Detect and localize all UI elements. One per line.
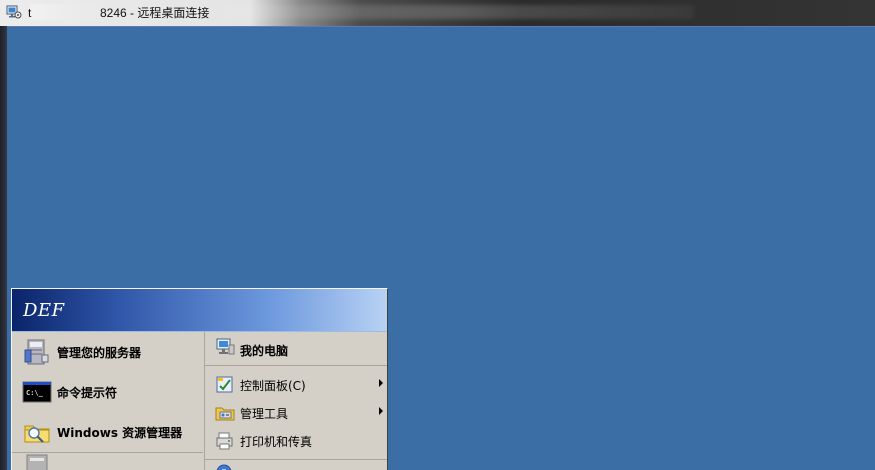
partially-visible-right-item[interactable] [205,459,387,470]
start-menu-header: DEF [12,289,387,332]
printer-fax-icon [216,432,233,450]
start-menu-left-pane: 管理您的服务器 C:\_ 命令提示符 Windows 资源管理器 [12,332,203,470]
svg-text:C:\_: C:\_ [26,389,44,397]
partially-visible-left-item[interactable] [12,452,203,470]
start-menu-right-pane: 我的电脑 控制面板(C) 管理工具 打印机和传真 [204,332,387,470]
printers-faxes-label: 打印机和传真 [240,435,313,449]
control-panel-submenu-arrow-icon [379,379,383,387]
redacted-title-area [30,4,110,20]
manage-server-label: 管理您的服务器 [57,346,142,360]
control-panel-label: 控制面板(C) [240,379,306,393]
partial-help-icon [216,464,232,470]
blurred-title-text [224,5,694,19]
window-title-end: 8246 - 远程桌面连接 [100,6,210,20]
my-computer-icon [216,338,235,355]
command-prompt-label: 命令提示符 [57,386,118,400]
windows-explorer-item[interactable]: Windows 资源管理器 [12,412,203,452]
printers-faxes-item[interactable]: 打印机和传真 [205,426,387,454]
manage-server-item[interactable]: 管理您的服务器 [12,332,203,372]
command-prompt-item[interactable]: C:\_ 命令提示符 [12,372,203,412]
server-manager-icon [24,339,49,365]
windows-explorer-label: Windows 资源管理器 [57,426,183,440]
window-title-start: t [28,6,32,20]
partial-menu-icon [26,454,48,470]
control-panel-item[interactable]: 控制面板(C) [205,370,387,398]
window-left-border [0,26,7,470]
my-computer-item[interactable]: 我的电脑 [205,332,387,366]
control-panel-icon [216,376,233,393]
my-computer-label: 我的电脑 [240,344,289,358]
title-bar[interactable]: t 8246 - 远程桌面连接 [0,0,875,26]
command-prompt-icon: C:\_ [22,381,52,403]
remote-desktop-window: t 8246 - 远程桌面连接 DEF 管理您的服务器 C:\_ 命令提示符 W… [0,0,875,470]
explorer-icon [24,425,50,443]
administrative-tools-label: 管理工具 [240,407,289,421]
administrative-tools-submenu-arrow-icon [379,407,383,415]
admin-tools-icon [215,407,235,421]
start-menu-user-name: DEF [23,300,65,321]
remote-desktop-app-icon [6,5,22,19]
administrative-tools-item[interactable]: 管理工具 [205,398,387,426]
start-menu: DEF 管理您的服务器 C:\_ 命令提示符 Windows 资源管理器 我的电… [11,288,388,470]
